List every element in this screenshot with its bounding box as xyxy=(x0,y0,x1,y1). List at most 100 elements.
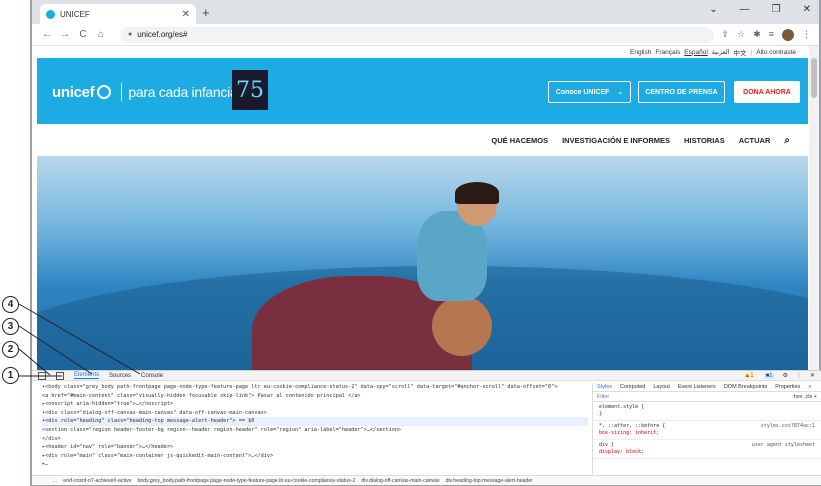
rule-body[interactable]: box-sizing: inherit; xyxy=(599,430,815,437)
maximize-button[interactable]: ❐ xyxy=(772,4,781,15)
conoce-unicef-dropdown[interactable]: Conoce UNICEF ⌄ xyxy=(548,81,631,103)
bookmark-star-icon[interactable]: ☆ xyxy=(737,29,745,41)
styles-tab[interactable]: DOM Breakpoints xyxy=(724,384,767,390)
lang-chinese[interactable]: 中文 xyxy=(734,47,747,57)
tab-search-icon[interactable]: ⌄ xyxy=(709,4,717,15)
chevron-down-icon: ⌄ xyxy=(617,89,624,96)
dom-node[interactable]: ▾<div class="dialog-off-canvas-main-canv… xyxy=(42,409,588,418)
nav-actuar[interactable]: ACTUAR xyxy=(739,136,771,145)
reading-list-icon[interactable]: ≡ xyxy=(769,29,774,41)
browser-window: UNICEF ✕ + ⌄ — ❐ ✕ ← → C ⌂ ● unicef.org/… xyxy=(30,0,821,486)
callout-2: 2 xyxy=(2,341,19,358)
dom-node[interactable]: <section class="region header-footer-bg … xyxy=(42,426,588,435)
tab-close-icon[interactable]: ✕ xyxy=(182,9,190,20)
breadcrumb-item[interactable]: div.heading-top.message-alert-header xyxy=(446,478,533,484)
close-window-button[interactable]: ✕ xyxy=(803,4,811,15)
filter-tools[interactable]: :hov .cls + xyxy=(792,394,817,400)
forward-icon[interactable]: → xyxy=(58,29,72,40)
inspect-element-icon[interactable] xyxy=(38,371,46,380)
hero-child-hair xyxy=(455,182,499,204)
callout-3: 3 xyxy=(2,318,19,335)
lang-english[interactable]: English xyxy=(630,49,651,56)
reload-icon[interactable]: C xyxy=(76,29,90,40)
dom-node[interactable]: ▸<header id="nav" role="banner">…</heade… xyxy=(42,443,588,452)
breadcrumb-item[interactable]: body.grey_body.path-frontpage.page-node-… xyxy=(138,478,356,484)
donate-button[interactable]: DONA AHORA xyxy=(734,81,800,103)
dom-node[interactable]: ▾<body class="grey_body path-frontpage p… xyxy=(42,383,588,392)
tab-console[interactable]: Console xyxy=(141,373,163,379)
css-rule[interactable]: user agent stylesheet div {display: block… xyxy=(593,440,821,459)
minimize-button[interactable]: — xyxy=(740,4,750,15)
devtools-menu-icon[interactable]: ⋮ xyxy=(796,372,802,379)
nav-historias[interactable]: HISTORIAS xyxy=(684,136,725,145)
breadcrumb-item[interactable]: eref-cnsnf-n7-achieve#-active xyxy=(63,478,131,484)
unicef-globe-icon xyxy=(97,85,112,99)
breadcrumb-item[interactable]: div.dialog-off-canvas-main-canvas xyxy=(361,478,439,484)
scrollbar-thumb[interactable] xyxy=(811,58,817,98)
hero-woman-face xyxy=(432,296,492,356)
lang-espanol[interactable]: Español xyxy=(684,49,708,56)
lock-icon[interactable]: ● xyxy=(128,31,132,38)
issue-count[interactable]: ■1 xyxy=(763,372,775,379)
rule-selector: element.style { xyxy=(599,404,645,410)
back-icon[interactable]: ← xyxy=(40,29,54,40)
tab-sources[interactable]: Sources xyxy=(109,373,131,379)
press-center-button[interactable]: CENTRO DE PRENSA xyxy=(638,81,725,103)
toolbar-icons: ⇪ ☆ ✱ ≡ ⋮ xyxy=(722,28,811,41)
tab-elements[interactable]: Elements xyxy=(74,372,100,379)
dom-node[interactable]: </div> xyxy=(42,435,588,444)
menu-icon[interactable]: ⋮ xyxy=(802,29,811,41)
address-bar[interactable]: ● unicef.org/es# xyxy=(120,26,714,43)
nav-que-hacemos[interactable]: QUÉ HACEMOS xyxy=(491,136,548,145)
rule-body[interactable]: display: block; xyxy=(599,449,815,456)
styles-tab[interactable]: Computed xyxy=(620,384,645,390)
extensions-icon[interactable]: ✱ xyxy=(753,29,761,41)
dom-tree[interactable]: ▾<body class="grey_body path-frontpage p… xyxy=(32,383,588,475)
unicef-favicon-icon xyxy=(46,9,55,19)
dom-node[interactable]: ▸<noscript aria-hidden="true">…</noscrip… xyxy=(42,400,588,409)
logo-divider xyxy=(121,83,123,101)
callout-4: 4 xyxy=(2,296,19,313)
rule-source[interactable]: styles.css?874ac:1 xyxy=(761,423,815,430)
devtools-close-icon[interactable]: ✕ xyxy=(810,372,815,379)
settings-gear-icon[interactable]: ⚙ xyxy=(783,372,788,379)
warning-count[interactable]: ▲1 xyxy=(742,372,756,379)
lang-francais[interactable]: Français xyxy=(655,49,680,56)
profile-avatar[interactable] xyxy=(782,28,794,41)
nav-investigacion[interactable]: INVESTIGACIÓN E INFORMES xyxy=(562,136,670,145)
logo-wordmark: unicef xyxy=(52,83,95,101)
conoce-label: Conoce UNICEF xyxy=(555,88,610,96)
styles-tab[interactable]: Layout xyxy=(653,384,670,390)
css-rule[interactable]: element.style {} xyxy=(593,402,821,421)
rule-body[interactable]: } xyxy=(599,411,815,418)
devtools-tabs: Elements Sources Console ▲1 ■1 ⚙ ⋮ ✕ xyxy=(32,371,821,381)
search-icon[interactable]: ⌕ xyxy=(784,135,790,146)
device-toolbar-icon[interactable] xyxy=(56,371,64,380)
dom-node[interactable]: ▾<div role="heading" class="heading-top … xyxy=(42,417,588,426)
dom-node[interactable]: ▸<div role="main" class="main-container … xyxy=(42,452,588,461)
styles-tab[interactable]: » xyxy=(808,384,811,390)
styles-tabs: Styles Computed Layout Event Listeners DOM B… xyxy=(593,383,821,392)
dom-node[interactable]: ▸… xyxy=(42,460,588,469)
url-text: unicef.org/es# xyxy=(137,30,188,39)
unicef-logo[interactable]: unicef para cada infancia xyxy=(52,83,238,101)
styles-tab[interactable]: Styles xyxy=(597,384,612,390)
dom-node[interactable]: <a href="#main-content" class="visually-… xyxy=(42,392,588,401)
share-icon[interactable]: ⇪ xyxy=(722,29,730,41)
site-header: unicef para cada infancia 75 Conoce UNIC… xyxy=(37,58,808,124)
new-tab-button[interactable]: + xyxy=(202,5,210,20)
page-scrollbar[interactable] xyxy=(809,46,819,370)
styles-filter[interactable]: Filter :hov .cls + xyxy=(593,392,821,402)
anniversary-badge: 75 xyxy=(232,70,268,110)
styles-tab[interactable]: Event Listeners xyxy=(678,384,716,390)
tab-bar: UNICEF ✕ + ⌄ — ❐ ✕ xyxy=(32,0,819,24)
styles-tab[interactable]: Properties xyxy=(775,384,800,390)
breadcrumb-item[interactable]: … xyxy=(52,478,57,484)
lang-arabic[interactable]: العربية xyxy=(712,48,730,56)
css-rules: element.style {} styles.css?874ac:1 *, ::a… xyxy=(593,402,821,459)
high-contrast-link[interactable]: Alto contraste xyxy=(756,49,796,56)
rule-source[interactable]: user agent stylesheet xyxy=(752,442,815,449)
home-icon[interactable]: ⌂ xyxy=(94,29,108,40)
css-rule[interactable]: styles.css?874ac:1 *, ::after, ::before {… xyxy=(593,421,821,440)
browser-tab[interactable]: UNICEF ✕ xyxy=(40,4,196,24)
